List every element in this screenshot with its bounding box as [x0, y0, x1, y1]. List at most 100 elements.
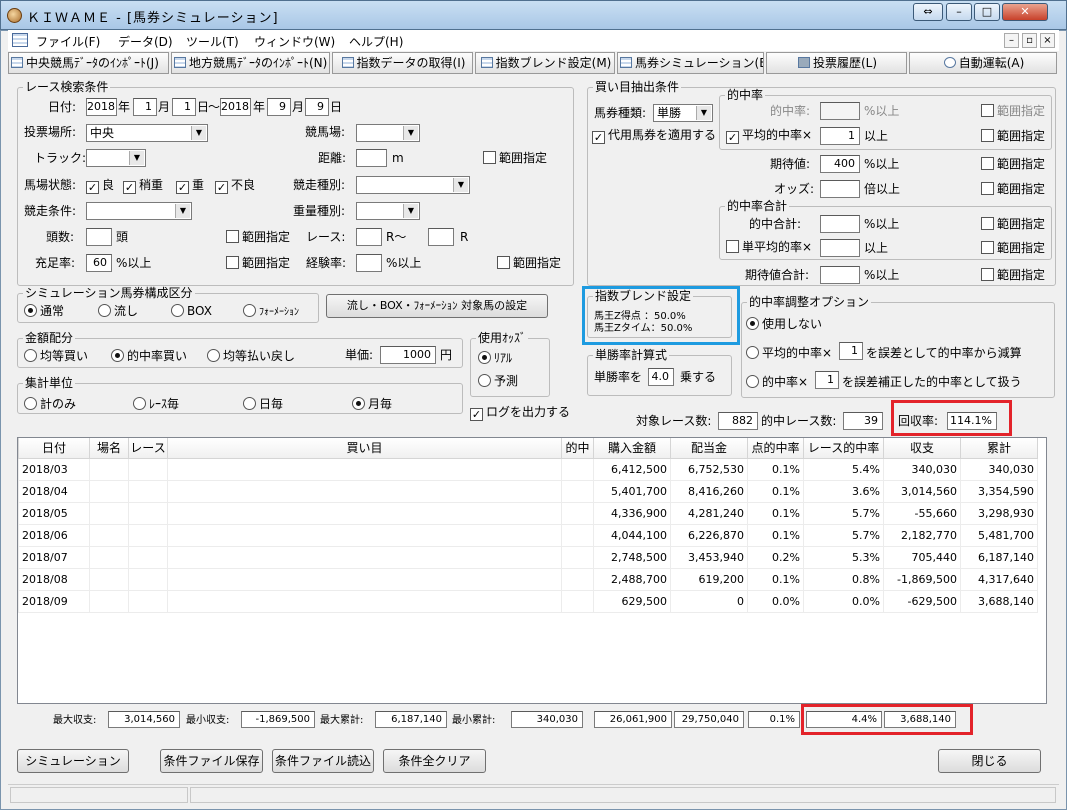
clear-conditions-button[interactable]: 条件全クリア	[383, 749, 486, 773]
adjust-subtract-radio[interactable]: 平均的中率×	[746, 346, 832, 360]
expectation-input[interactable]: 400	[820, 155, 860, 173]
menu-file[interactable]: ファイル(F)	[36, 33, 100, 50]
avg-hit-range-checkbox[interactable]: 範囲指定	[981, 129, 1045, 143]
column-header[interactable]: 収支	[883, 438, 961, 459]
menu-tools[interactable]: ツール(T)	[186, 33, 239, 50]
column-header[interactable]: レース的中率	[803, 438, 884, 459]
substitute-checkbox[interactable]: ✓ 代用馬券を適用する	[592, 128, 716, 144]
mdi-minimize-icon[interactable]: –	[1004, 33, 1019, 48]
menu-window[interactable]: ウィンドウ(W)	[254, 33, 335, 50]
table-row[interactable]: 2018/04 5,401,700 8,416,260 0.1% 3.6% 3,014,5…	[18, 479, 1038, 503]
odds-input[interactable]	[820, 180, 860, 198]
expect-total-input[interactable]	[820, 266, 860, 284]
restore-icon[interactable]: ⇔	[913, 3, 943, 21]
hit-rate-input[interactable]	[820, 102, 860, 120]
close-button[interactable]: 閉じる	[938, 749, 1041, 773]
condition-bad-checkbox[interactable]: ✓ 不良	[215, 178, 255, 194]
column-header[interactable]: 日付	[18, 438, 90, 459]
mdi-restore-icon[interactable]: ▫	[1022, 33, 1037, 48]
column-header[interactable]: 的中	[561, 438, 594, 459]
condition-slightly-heavy-checkbox[interactable]: ✓ 稍重	[123, 178, 163, 194]
heads-input[interactable]	[86, 228, 112, 246]
money-payout-radio[interactable]: 均等払い戻し	[207, 349, 295, 363]
results-table[interactable]: 日付 場名 レース 買い目 的中 購入金額 配当金 点的中率 レース的中率 収支 累計 2018/0…	[17, 437, 1047, 704]
fill-range-checkbox[interactable]: 範囲指定	[226, 256, 290, 270]
table-row[interactable]: 2018/06 4,044,100 6,226,870 0.1% 5.7% 2,182,7…	[18, 523, 1038, 547]
table-row[interactable]: 2018/05 4,336,900 4,281,240 0.1% 5.7% -55,660…	[18, 501, 1038, 525]
hit-rate-range-checkbox[interactable]: 範囲指定	[981, 104, 1045, 118]
aggregate-total-radio[interactable]: 計のみ	[24, 397, 76, 411]
weight-type-select[interactable]	[356, 202, 420, 220]
experience-range-checkbox[interactable]: 範囲指定	[497, 256, 561, 270]
adjust-none-radio[interactable]: 使用しない	[746, 317, 822, 331]
expect-total-range-checkbox[interactable]: 範囲指定	[981, 268, 1045, 282]
menu-data[interactable]: データ(D)	[118, 33, 173, 50]
column-header[interactable]: 配当金	[670, 438, 748, 459]
condition-good-checkbox[interactable]: ✓ 良	[86, 178, 114, 194]
bet-type-select[interactable]: 単勝	[653, 104, 713, 122]
sim-normal-radio[interactable]: 通常	[24, 304, 64, 318]
heads-range-checkbox[interactable]: 範囲指定	[226, 230, 290, 244]
auto-run-button[interactable]: 自動運転(A)	[909, 52, 1057, 74]
target-horses-button[interactable]: 流し・BOX・ﾌｫｰﾒｰｼｮﾝ 対象馬の設定	[326, 294, 548, 318]
single-avg-checkbox[interactable]: 単平均的率×	[726, 240, 812, 254]
race-type-select[interactable]	[356, 176, 470, 194]
column-header[interactable]: 点的中率	[747, 438, 804, 459]
fetch-index-button[interactable]: 指数データの取得(I)	[332, 52, 473, 74]
column-header[interactable]: レース	[128, 438, 168, 459]
log-output-checkbox[interactable]: ✓ ログを出力する	[470, 405, 570, 421]
condition-heavy-checkbox[interactable]: ✓ 重	[176, 178, 204, 194]
race-condition-select[interactable]	[86, 202, 192, 220]
import-local-button[interactable]: 地方競馬ﾃﾞｰﾀのｲﾝﾎﾟｰﾄ(N)	[171, 52, 330, 74]
simulate-button[interactable]: シミュレーション	[17, 749, 129, 773]
save-conditions-button[interactable]: 条件ファイル保存	[160, 749, 263, 773]
adjust-subtract-input[interactable]: 1	[839, 342, 863, 360]
adjust-correct-radio[interactable]: 的中率×	[746, 375, 808, 389]
odds-predict-radio[interactable]: 予測	[478, 374, 518, 388]
odds-range-checkbox[interactable]: 範囲指定	[981, 182, 1045, 196]
menu-help[interactable]: ヘルプ(H)	[349, 33, 403, 50]
single-avg-range-checkbox[interactable]: 範囲指定	[981, 241, 1045, 255]
sim-box-radio[interactable]: BOX	[171, 304, 212, 318]
to-year-input[interactable]: 2018	[220, 98, 251, 116]
column-header[interactable]: 買い目	[167, 438, 562, 459]
from-day-input[interactable]: 1	[172, 98, 196, 116]
column-header[interactable]: 購入金額	[593, 438, 671, 459]
column-header[interactable]: 場名	[89, 438, 129, 459]
aggregate-race-radio[interactable]: ﾚｰｽ毎	[133, 397, 179, 411]
single-avg-input[interactable]	[820, 239, 860, 257]
avg-hit-checkbox[interactable]: ✓ 平均的中率×	[726, 128, 812, 144]
aggregate-month-radio[interactable]: 月毎	[352, 397, 392, 411]
to-day-input[interactable]: 9	[305, 98, 329, 116]
mdi-close-icon[interactable]: ×	[1040, 33, 1055, 48]
sim-formation-radio[interactable]: ﾌｫｰﾒｰｼｮﾝ	[243, 304, 299, 320]
table-row[interactable]: 2018/08 2,488,700 619,200 0.1% 0.8% -1,869,50…	[18, 567, 1038, 591]
from-year-input[interactable]: 2018	[86, 98, 117, 116]
distance-input[interactable]	[356, 149, 387, 167]
table-row[interactable]: 2018/07 2,748,500 3,453,940 0.2% 5.3% 705,440…	[18, 545, 1038, 569]
column-header[interactable]: 累計	[960, 438, 1038, 459]
close-icon[interactable]: ✕	[1002, 3, 1048, 21]
sim-nagashi-radio[interactable]: 流し	[98, 304, 138, 318]
win-rate-input[interactable]: 4.0	[648, 368, 674, 386]
avg-hit-input[interactable]: 1	[820, 127, 860, 145]
vote-history-button[interactable]: 投票履歴(L)	[766, 52, 907, 74]
race-to-input[interactable]	[428, 228, 454, 246]
venue-type-select[interactable]: 中央	[86, 124, 208, 142]
table-row[interactable]: 2018/03 6,412,500 6,752,530 0.1% 5.4% 340,030…	[18, 457, 1038, 481]
blend-settings-button[interactable]: 指数ブレンド設定(M)	[475, 52, 615, 74]
ticket-sim-button[interactable]: 馬券シミュレーション(B)	[617, 52, 764, 74]
import-central-button[interactable]: 中央競馬ﾃﾞｰﾀのｲﾝﾎﾟｰﾄ(J)	[8, 52, 169, 74]
hit-total-input[interactable]	[820, 215, 860, 233]
fill-rate-input[interactable]: 60	[86, 254, 112, 272]
expectation-range-checkbox[interactable]: 範囲指定	[981, 157, 1045, 171]
race-from-input[interactable]	[356, 228, 382, 246]
load-conditions-button[interactable]: 条件ファイル読込	[272, 749, 374, 773]
distance-range-checkbox[interactable]: 範囲指定	[483, 151, 547, 165]
track-select[interactable]	[86, 149, 146, 167]
from-month-input[interactable]: 1	[133, 98, 157, 116]
course-select[interactable]	[356, 124, 420, 142]
experience-input[interactable]	[356, 254, 382, 272]
odds-real-radio[interactable]: ﾘｱﾙ	[478, 351, 512, 365]
maximize-icon[interactable]: □	[974, 3, 1000, 21]
